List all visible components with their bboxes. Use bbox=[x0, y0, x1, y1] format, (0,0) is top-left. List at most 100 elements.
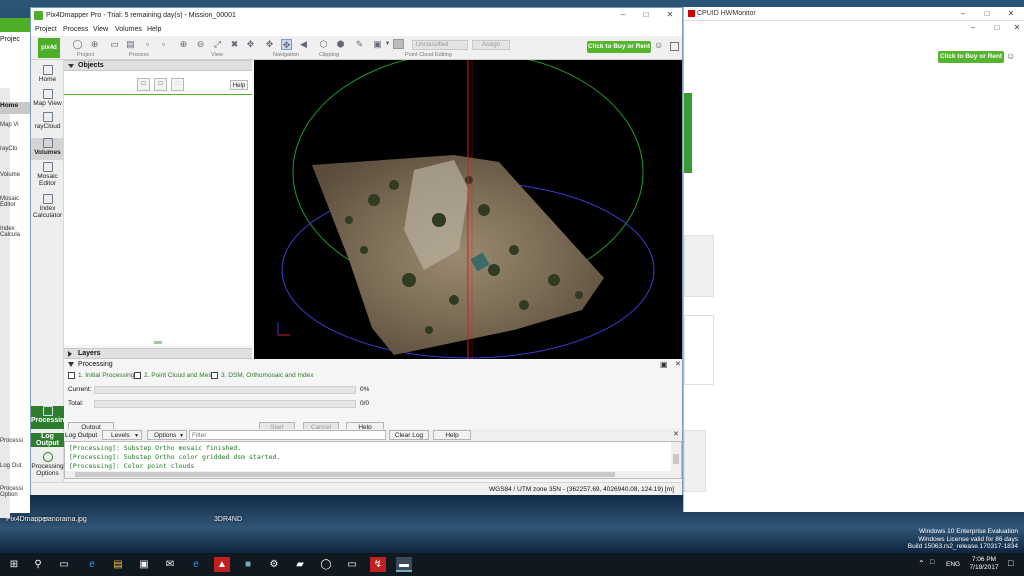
clock[interactable]: 7:06 PM 7/18/2017 bbox=[966, 556, 1002, 572]
app-icon[interactable]: ■ bbox=[240, 557, 256, 572]
maximize-icon[interactable]: □ bbox=[980, 9, 994, 19]
pix4d-taskbar-icon[interactable]: ▬ bbox=[396, 557, 412, 572]
class-dropdown[interactable]: Unclassified bbox=[412, 40, 468, 50]
step2-checkbox[interactable] bbox=[134, 372, 141, 379]
zoom-out-icon[interactable]: ⊖ bbox=[195, 39, 206, 50]
maximize-icon[interactable]: □ bbox=[639, 10, 653, 20]
layers-header[interactable]: Layers bbox=[64, 348, 252, 359]
fly-icon[interactable]: ◀ bbox=[298, 39, 309, 50]
minimize-icon[interactable]: – bbox=[956, 9, 970, 19]
close-icon[interactable]: ✕ bbox=[1004, 9, 1018, 19]
buy-or-rent-button[interactable]: Click to Buy or Rent bbox=[938, 51, 1004, 63]
detach-icon[interactable]: ▣ bbox=[660, 360, 668, 369]
background-nav-mosaic[interactable]: Mosaic Editor bbox=[0, 196, 30, 208]
color-swatch[interactable] bbox=[393, 39, 404, 49]
desktop-icon-panorama[interactable]: panorama.jpg bbox=[44, 516, 87, 523]
desktop-icon-pix4d[interactable]: Pix4Dmapper bbox=[6, 516, 48, 523]
language-indicator[interactable]: ENG bbox=[946, 561, 960, 568]
edit-pen-icon[interactable]: ✎ bbox=[354, 39, 365, 50]
background-window-titlebar[interactable]: CPUID HWMonitor – □ ✕ bbox=[684, 7, 1024, 21]
3d-scene[interactable] bbox=[254, 60, 682, 359]
minimize-icon[interactable]: – bbox=[616, 10, 630, 20]
background-nav-raycloud[interactable]: rayClo bbox=[0, 146, 17, 152]
close-icon[interactable]: ✕ bbox=[1010, 23, 1024, 33]
nav-raycloud[interactable]: rayCloud bbox=[31, 112, 64, 130]
target-icon[interactable]: ⊕ bbox=[89, 39, 100, 50]
background-nav-options[interactable]: Processi Option bbox=[0, 486, 30, 498]
menu-process[interactable]: Process bbox=[63, 26, 88, 33]
document-app-icon[interactable]: ▭ bbox=[344, 557, 360, 572]
notifications-icon[interactable]: □ bbox=[1008, 558, 1013, 568]
menu-volumes[interactable]: Volumes bbox=[115, 26, 142, 33]
clip-box2-icon[interactable]: ⬢ bbox=[335, 39, 346, 50]
tab-processing[interactable]: Processing bbox=[31, 406, 69, 429]
edge-icon[interactable]: e bbox=[84, 557, 100, 572]
nav-processing-options[interactable]: Processing Options bbox=[31, 452, 64, 477]
resize-handle[interactable] bbox=[154, 341, 162, 344]
nav-home[interactable]: Home bbox=[31, 65, 64, 83]
layout-icon[interactable] bbox=[670, 42, 679, 51]
nav-index-calculator[interactable]: Index Calculator bbox=[31, 194, 64, 219]
scrollbar-thumb[interactable] bbox=[673, 454, 679, 464]
maximize-icon[interactable]: □ bbox=[990, 23, 1004, 33]
ie-icon[interactable]: e bbox=[188, 557, 204, 572]
globe-icon[interactable]: ◯ bbox=[72, 39, 83, 50]
process-step-icon[interactable]: ▫ bbox=[142, 39, 153, 50]
network-icon[interactable]: □ bbox=[930, 559, 934, 566]
fit-icon[interactable]: ✖ bbox=[229, 39, 240, 50]
log-filter-input[interactable] bbox=[189, 430, 386, 440]
hwmonitor-icon[interactable]: ↯ bbox=[370, 557, 386, 572]
vertical-scrollbar[interactable] bbox=[671, 442, 681, 478]
background-app-menu[interactable]: Projec bbox=[0, 36, 20, 43]
close-icon[interactable]: ✕ bbox=[675, 360, 681, 368]
clip-box-icon[interactable]: ⬡ bbox=[318, 39, 329, 50]
minimize-icon[interactable]: – bbox=[966, 23, 980, 33]
chevron-down-icon[interactable]: ▼ bbox=[382, 39, 393, 50]
background-nav-home[interactable]: Home bbox=[0, 102, 30, 114]
log-output-area[interactable]: [Processing]: Substep Ortho mosaic finis… bbox=[64, 441, 682, 479]
options-dropdown[interactable]: Options ▼ bbox=[147, 430, 187, 440]
menu-help[interactable]: Help bbox=[147, 26, 161, 33]
export-volume-icon[interactable]: □ bbox=[171, 78, 184, 91]
nav-mosaic-editor[interactable]: Mosaic Editor bbox=[31, 162, 64, 187]
document-icon[interactable]: ▭ bbox=[109, 39, 120, 50]
zoom-in-icon[interactable]: ⊕ bbox=[178, 39, 189, 50]
move-icon[interactable]: ✥ bbox=[264, 39, 275, 50]
settings-app-icon[interactable]: ⚙ bbox=[266, 557, 282, 572]
background-nav-volumes[interactable]: Volume bbox=[0, 172, 20, 178]
process-step2-icon[interactable]: ▫ bbox=[158, 39, 169, 50]
clock-app-icon[interactable]: ◯ bbox=[318, 557, 334, 572]
run-icon[interactable]: ▤ bbox=[125, 39, 136, 50]
view-perspective-icon[interactable]: ✥ bbox=[245, 39, 256, 50]
objects-header[interactable]: Objects bbox=[64, 60, 252, 71]
buy-or-rent-button[interactable]: Click to Buy or Rent bbox=[587, 41, 651, 53]
log-help-button[interactable]: Help bbox=[433, 430, 471, 440]
store-icon[interactable]: ▣ bbox=[136, 557, 152, 572]
levels-dropdown[interactable]: Levels ▼ bbox=[102, 430, 142, 440]
search-icon[interactable]: ⚲ bbox=[30, 557, 46, 572]
scrollbar-thumb[interactable] bbox=[75, 472, 615, 477]
clear-log-button[interactable]: Clear Log bbox=[389, 430, 429, 440]
background-nav-index[interactable]: Index Calcula bbox=[0, 226, 30, 238]
task-view-icon[interactable]: ▭ bbox=[56, 557, 72, 572]
start-icon[interactable]: ⊞ bbox=[6, 557, 22, 572]
objects-help-button[interactable]: Help bbox=[230, 80, 248, 90]
tray-arrow-icon[interactable]: ⌃ bbox=[918, 559, 925, 568]
close-icon[interactable]: ✕ bbox=[663, 10, 677, 20]
user-icon[interactable]: ☺ bbox=[1006, 51, 1018, 63]
background-nav-logout[interactable]: Log Out bbox=[0, 463, 21, 469]
step1-checkbox[interactable] bbox=[68, 372, 75, 379]
tab-log-output[interactable]: Log Output bbox=[31, 433, 64, 447]
pix4d-window[interactable]: Pix4Dmapper Pro - Trial: 5 remaining day… bbox=[30, 7, 683, 495]
background-window-cpuid[interactable]: CPUID HWMonitor – □ ✕ – □ ✕ Click to Buy… bbox=[683, 7, 1024, 512]
nav-map-view[interactable]: Map View bbox=[31, 89, 64, 107]
mail-icon[interactable]: ✉ bbox=[162, 557, 178, 572]
window-titlebar[interactable]: Pix4Dmapper Pro - Trial: 5 remaining day… bbox=[31, 8, 682, 24]
zoom-extent-icon[interactable]: ⤢ bbox=[212, 39, 223, 50]
step3-checkbox[interactable] bbox=[211, 372, 218, 379]
horizontal-scrollbar[interactable] bbox=[65, 471, 671, 478]
file-explorer-icon[interactable]: ▤ bbox=[110, 557, 126, 572]
raycloud-3d-view[interactable] bbox=[254, 60, 682, 359]
close-icon[interactable]: ✕ bbox=[673, 430, 679, 438]
app-icon[interactable]: ▰ bbox=[292, 557, 308, 572]
